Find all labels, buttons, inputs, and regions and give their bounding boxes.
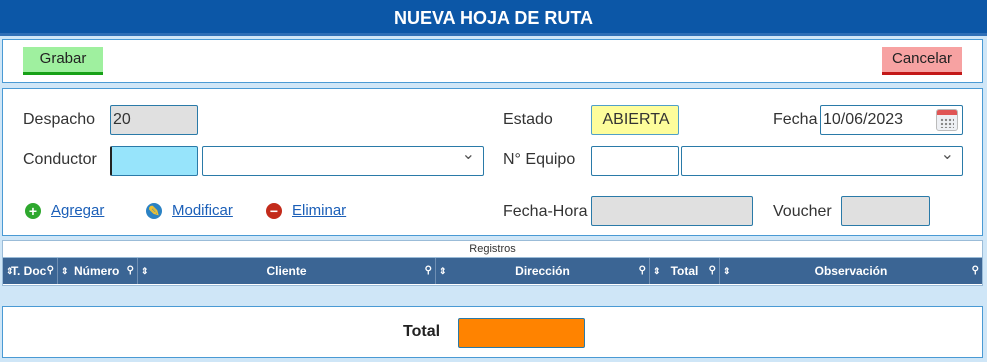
- equipo-select[interactable]: [681, 141, 963, 176]
- delete-link[interactable]: Eliminar: [292, 202, 346, 219]
- add-action[interactable]: + Agregar: [25, 202, 104, 219]
- route-form: Despacho 20 Conductor Estado ABIERTA N° …: [2, 88, 983, 236]
- fechahora-field: [591, 196, 753, 226]
- search-icon[interactable]: ⚲: [709, 258, 716, 284]
- despacho-label: Despacho: [23, 111, 96, 128]
- fecha-input[interactable]: 10/06/2023: [820, 105, 963, 135]
- voucher-label: Voucher: [773, 203, 832, 220]
- delete-action[interactable]: − Eliminar: [266, 202, 346, 219]
- fechahora-label: Fecha-Hora: [503, 203, 588, 220]
- edit-link[interactable]: Modificar: [172, 202, 233, 219]
- search-icon[interactable]: ⚲: [47, 258, 54, 284]
- conductor-label: Conductor: [23, 151, 97, 168]
- search-icon[interactable]: ⚲: [127, 258, 134, 284]
- total-label: Total: [403, 323, 441, 340]
- add-link[interactable]: Agregar: [51, 202, 104, 219]
- grid-header-row: ⇕ T. Doc ⚲ ⇕ Número ⚲ ⇕ Cliente ⚲ ⇕ Dire…: [3, 258, 982, 284]
- sort-icon[interactable]: ⇕: [61, 258, 69, 284]
- despacho-field[interactable]: 20: [110, 105, 198, 135]
- minus-icon: −: [266, 202, 282, 219]
- totals-panel: Total: [2, 306, 983, 358]
- search-icon[interactable]: ⚲: [639, 258, 646, 284]
- column-observacion[interactable]: ⇕ Observación ⚲: [720, 258, 982, 284]
- column-cliente[interactable]: ⇕ Cliente ⚲: [138, 258, 436, 284]
- search-icon[interactable]: ⚲: [972, 258, 979, 284]
- equipo-label: N° Equipo: [503, 151, 576, 168]
- fecha-label: Fecha: [773, 111, 818, 128]
- pencil-icon: ✎: [146, 202, 162, 219]
- column-total[interactable]: ⇕ Total ⚲: [650, 258, 720, 284]
- conductor-select[interactable]: [202, 141, 484, 176]
- conductor-code-input[interactable]: [110, 146, 198, 176]
- records-grid: Registros ⇕ T. Doc ⚲ ⇕ Número ⚲ ⇕ Client…: [2, 240, 983, 286]
- toolbar: Grabar Cancelar: [2, 39, 983, 83]
- plus-icon: +: [25, 202, 41, 219]
- equipo-code-input[interactable]: [591, 146, 679, 176]
- cancel-button[interactable]: Cancelar: [882, 47, 962, 75]
- page-title: NUEVA HOJA DE RUTA: [0, 0, 987, 36]
- save-button[interactable]: Grabar: [23, 47, 103, 75]
- calendar-icon[interactable]: [936, 109, 958, 131]
- search-icon[interactable]: ⚲: [425, 258, 432, 284]
- total-field: [458, 318, 585, 348]
- column-tdoc[interactable]: ⇕ T. Doc ⚲: [3, 258, 58, 284]
- column-numero[interactable]: ⇕ Número ⚲: [58, 258, 138, 284]
- edit-action[interactable]: ✎ Modificar: [146, 202, 233, 219]
- column-direccion[interactable]: ⇕ Dirección ⚲: [436, 258, 650, 284]
- estado-label: Estado: [503, 111, 553, 128]
- grid-title: Registros: [3, 241, 982, 258]
- fecha-value: 10/06/2023: [823, 111, 904, 128]
- estado-badge: ABIERTA: [591, 105, 679, 135]
- voucher-field: [841, 196, 930, 226]
